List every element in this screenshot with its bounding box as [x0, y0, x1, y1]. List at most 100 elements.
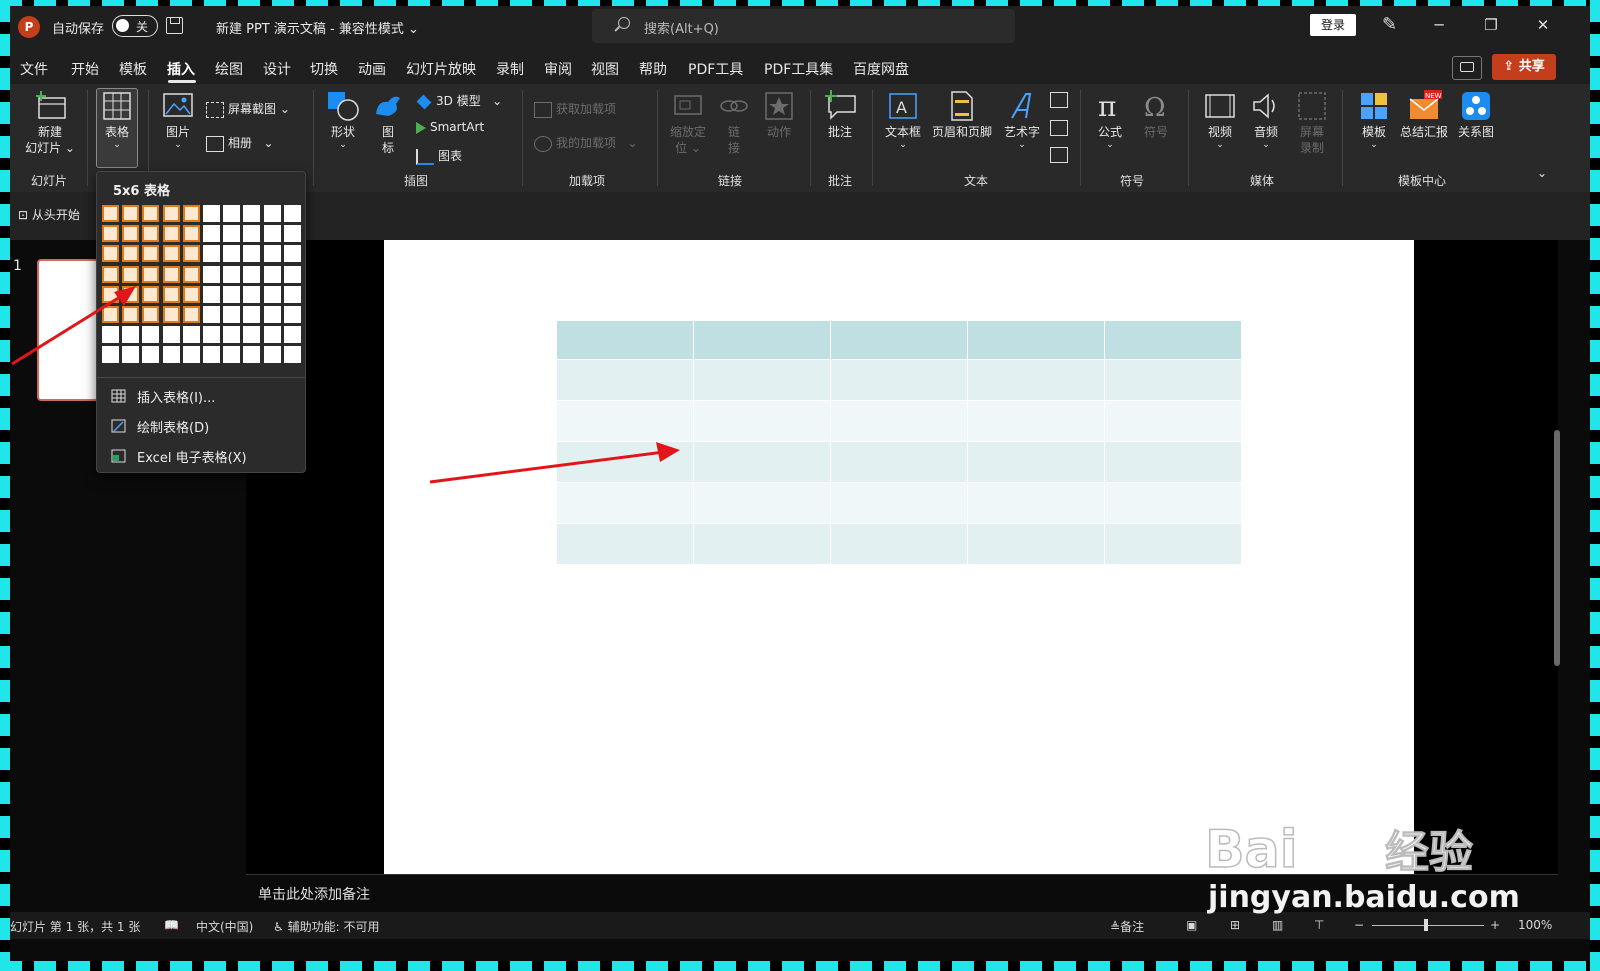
- close-button[interactable]: ✕: [1528, 12, 1558, 38]
- chart-button[interactable]: 图表: [416, 147, 462, 165]
- autosave-toggle[interactable]: 关: [112, 15, 158, 37]
- grid-cell[interactable]: [263, 306, 281, 323]
- grid-cell[interactable]: [162, 245, 180, 263]
- slideshow-view-icon[interactable]: ⊤: [1314, 918, 1324, 932]
- symbol-button[interactable]: Ω 符号: [1136, 90, 1176, 140]
- reading-view-icon[interactable]: ▥: [1272, 918, 1283, 932]
- table-cell[interactable]: [556, 320, 694, 360]
- grid-cell[interactable]: [182, 346, 200, 364]
- grid-cell[interactable]: [162, 205, 180, 222]
- grid-cell[interactable]: [243, 265, 261, 283]
- my-addins-button[interactable]: 我的加载项 ⌄: [534, 134, 638, 152]
- menu-help[interactable]: 帮助: [639, 59, 667, 79]
- table-cell[interactable]: [830, 523, 968, 565]
- menu-draw[interactable]: 绘图: [215, 59, 243, 79]
- grid-cell[interactable]: [142, 245, 160, 263]
- grid-cell[interactable]: [283, 326, 301, 344]
- table-cell[interactable]: [1104, 400, 1242, 442]
- video-button[interactable]: 视频 ⌄: [1200, 90, 1240, 150]
- grid-cell[interactable]: [243, 346, 261, 364]
- shapes-button[interactable]: 形状 ⌄: [324, 90, 362, 150]
- grid-cell[interactable]: [203, 285, 220, 303]
- excel-table-item[interactable]: Excel 电子表格(X): [137, 447, 247, 466]
- grid-cell[interactable]: [243, 205, 261, 222]
- grid-cell[interactable]: [263, 225, 281, 243]
- textbox-button[interactable]: A 文本框 ⌄: [880, 90, 926, 150]
- slide-sorter-icon[interactable]: ⊞: [1230, 918, 1240, 932]
- table-cell[interactable]: [830, 400, 968, 442]
- menu-animations[interactable]: 动画: [358, 59, 386, 79]
- grid-cell[interactable]: [142, 285, 160, 303]
- grid-cell[interactable]: [162, 265, 180, 283]
- album-button[interactable]: 相册 ⌄: [206, 134, 274, 152]
- menu-home[interactable]: 开始: [71, 59, 99, 79]
- table-button-content[interactable]: 表格 ⌄: [96, 90, 138, 150]
- grid-cell[interactable]: [182, 225, 200, 243]
- date-time-button[interactable]: [1050, 92, 1072, 108]
- grid-cell[interactable]: [182, 245, 200, 263]
- grid-cell[interactable]: [162, 285, 180, 303]
- menu-view[interactable]: 视图: [591, 59, 619, 79]
- table-row[interactable]: [556, 400, 1242, 442]
- table-cell[interactable]: [1104, 523, 1242, 565]
- grid-cell[interactable]: [263, 205, 281, 222]
- table-cell[interactable]: [967, 320, 1105, 360]
- grid-cell[interactable]: [283, 265, 301, 283]
- table-cell[interactable]: [556, 400, 694, 442]
- table-cell[interactable]: [1104, 320, 1242, 360]
- save-icon[interactable]: [166, 17, 183, 34]
- grid-cell[interactable]: [283, 205, 301, 222]
- grid-cell[interactable]: [263, 245, 281, 263]
- table-cell[interactable]: [693, 482, 831, 524]
- table-row[interactable]: [556, 320, 1242, 360]
- menu-transitions[interactable]: 切换: [310, 59, 338, 79]
- menu-file[interactable]: 文件: [20, 59, 48, 79]
- menu-slideshow[interactable]: 幻灯片放映: [406, 59, 476, 79]
- grid-cell[interactable]: [142, 346, 160, 364]
- grid-cell[interactable]: [203, 306, 220, 323]
- table-cell[interactable]: [830, 441, 968, 483]
- icons-button[interactable]: 图 标: [370, 90, 406, 156]
- grid-cell[interactable]: [162, 346, 180, 364]
- grid-cell[interactable]: [102, 225, 119, 243]
- language-indicator[interactable]: 中文(中国): [196, 918, 253, 935]
- grid-cell[interactable]: [203, 346, 220, 364]
- grid-cell[interactable]: [162, 225, 180, 243]
- grid-cell[interactable]: [283, 285, 301, 303]
- relation-chart-button[interactable]: 关系图: [1454, 90, 1498, 140]
- menu-baidu-netdisk[interactable]: 百度网盘: [853, 59, 909, 79]
- table-cell[interactable]: [693, 320, 831, 360]
- audio-button[interactable]: 音频 ⌄: [1246, 90, 1286, 150]
- grid-cell[interactable]: [122, 225, 140, 243]
- grid-cell[interactable]: [283, 306, 301, 323]
- grid-cell[interactable]: [243, 285, 261, 303]
- grid-cell[interactable]: [223, 326, 241, 344]
- menu-pdf-toolset[interactable]: PDF工具集: [764, 59, 833, 79]
- table-cell[interactable]: [830, 359, 968, 401]
- grid-cell[interactable]: [162, 306, 180, 323]
- document-title[interactable]: 新建 PPT 演示文稿 - 兼容性模式 ⌄: [216, 18, 419, 37]
- action-button[interactable]: 动作: [760, 90, 798, 140]
- table-cell[interactable]: [830, 320, 968, 360]
- grid-cell[interactable]: [223, 285, 241, 303]
- ribbon-collapse-chevron-icon[interactable]: ⌄: [1534, 166, 1550, 180]
- share-button[interactable]: ⇪ 共享: [1492, 54, 1556, 80]
- notes-toggle[interactable]: ≜备注: [1110, 918, 1144, 935]
- screenshot-button[interactable]: 屏幕截图 ⌄: [206, 100, 290, 118]
- new-slide-button[interactable]: 新建 幻灯片 ⌄: [22, 90, 78, 156]
- smartart-button[interactable]: SmartArt: [416, 120, 484, 134]
- zoom-out-button[interactable]: −: [1354, 918, 1364, 932]
- grid-cell[interactable]: [203, 326, 220, 344]
- insert-table-item[interactable]: 插入表格(I)...: [137, 387, 215, 406]
- grid-cell[interactable]: [102, 245, 119, 263]
- table-cell[interactable]: [693, 523, 831, 565]
- template-button[interactable]: 模板 ⌄: [1354, 90, 1394, 150]
- grid-cell[interactable]: [243, 225, 261, 243]
- table-cell[interactable]: [1104, 482, 1242, 524]
- table-row[interactable]: [556, 523, 1242, 565]
- equation-button[interactable]: π 公式 ⌄: [1090, 90, 1130, 150]
- table-row[interactable]: [556, 359, 1242, 401]
- grid-cell[interactable]: [283, 346, 301, 364]
- grid-cell[interactable]: [182, 265, 200, 283]
- grid-cell[interactable]: [122, 245, 140, 263]
